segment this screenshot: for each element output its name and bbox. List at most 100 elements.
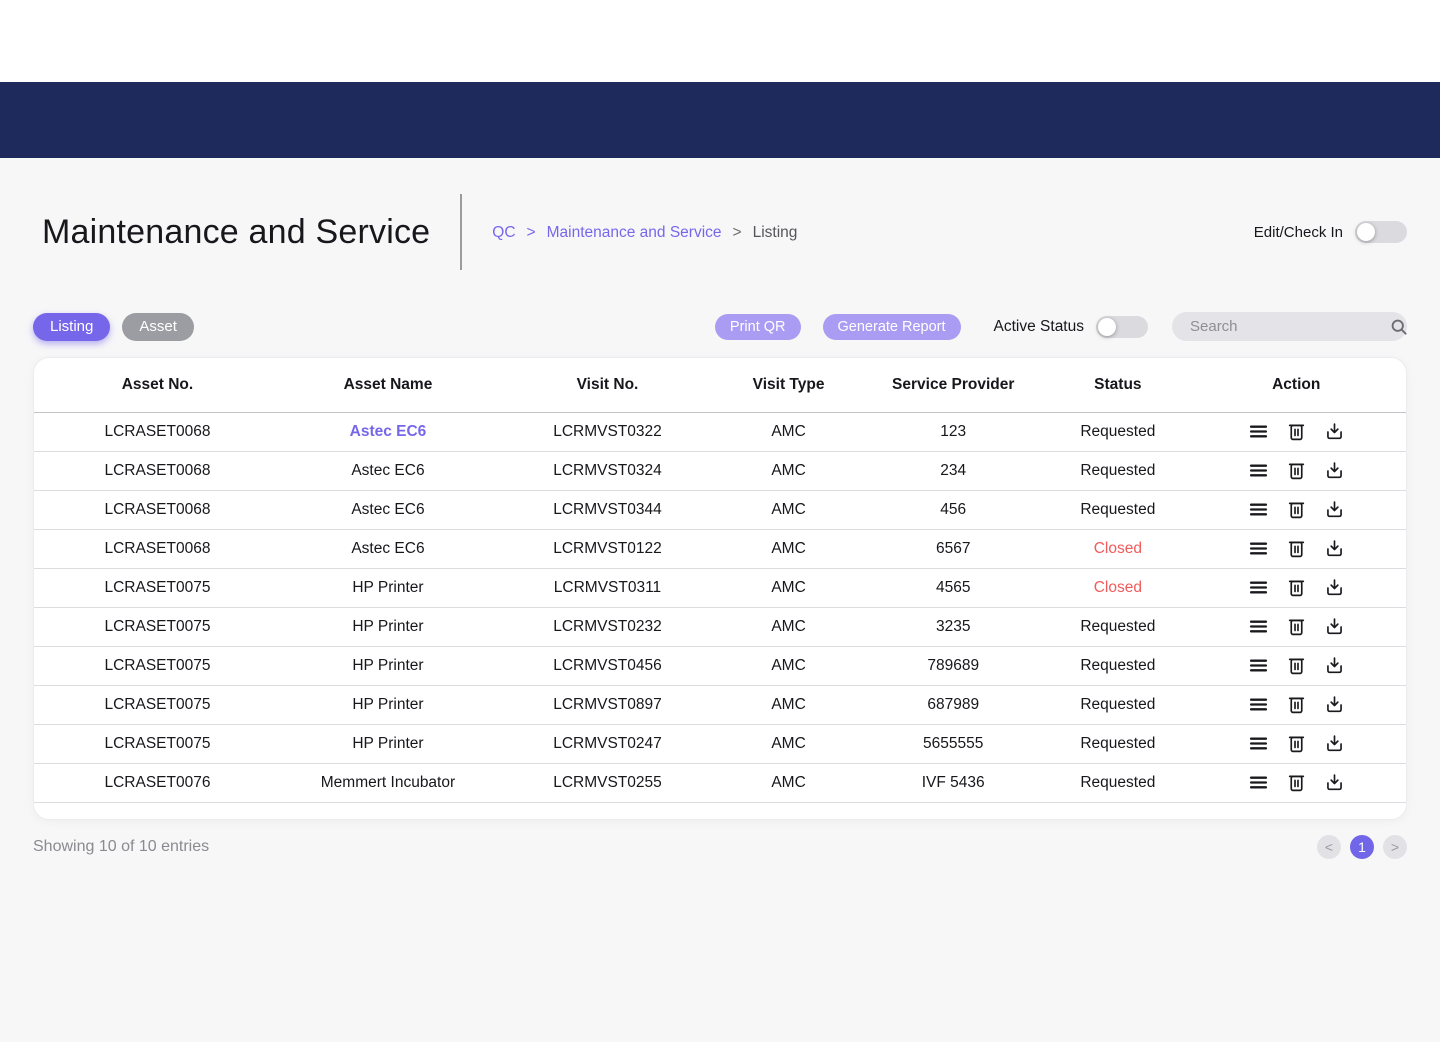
cell-visit-no: LCRMVST0344 — [494, 490, 720, 530]
status-badge: Requested — [1049, 412, 1187, 452]
menu-icon[interactable] — [1248, 616, 1269, 637]
cell-service-provider: 234 — [857, 451, 1050, 491]
table-row: LCRASET0068 Astec EC6 LCRMVST0122 AMC 65… — [34, 529, 1406, 569]
tab-asset[interactable]: Asset — [122, 312, 194, 341]
cell-asset-name: Astec EC6 — [280, 490, 495, 530]
cell-actions — [1186, 412, 1406, 452]
cell-visit-no: LCRMVST0247 — [494, 724, 720, 764]
delete-icon[interactable] — [1286, 694, 1307, 715]
col-visit-no: Visit No. — [494, 358, 720, 413]
delete-icon[interactable] — [1286, 538, 1307, 559]
menu-icon[interactable] — [1248, 421, 1269, 442]
download-icon[interactable] — [1324, 421, 1345, 442]
delete-icon[interactable] — [1286, 733, 1307, 754]
menu-icon[interactable] — [1248, 733, 1269, 754]
table-row: LCRASET0068 Astec EC6 LCRMVST0324 AMC 23… — [34, 451, 1406, 491]
active-status-label: Active Status — [993, 317, 1084, 335]
pagination-page-1[interactable]: 1 — [1350, 834, 1374, 859]
delete-icon[interactable] — [1286, 460, 1307, 481]
cell-asset-no: LCRASET0075 — [34, 607, 281, 647]
breadcrumb-section[interactable]: Maintenance and Service — [547, 224, 722, 242]
tab-listing[interactable]: Listing — [33, 312, 111, 341]
cell-visit-no: LCRMVST0456 — [494, 646, 720, 686]
entries-summary: Showing 10 of 10 entries — [33, 837, 210, 855]
edit-checkin-toggle[interactable] — [1355, 221, 1407, 243]
delete-icon[interactable] — [1286, 421, 1307, 442]
edit-checkin-label: Edit/Check In — [1253, 223, 1343, 241]
delete-icon[interactable] — [1286, 655, 1307, 676]
cell-asset-name: Memmert Incubator — [280, 763, 495, 803]
delete-icon[interactable] — [1286, 577, 1307, 598]
download-icon[interactable] — [1324, 733, 1345, 754]
cell-service-provider: IVF 5436 — [857, 763, 1050, 803]
delete-icon[interactable] — [1286, 616, 1307, 637]
cell-visit-type: AMC — [719, 763, 858, 803]
print-qr-button[interactable]: Print QR — [714, 313, 801, 340]
download-icon[interactable] — [1324, 460, 1345, 481]
active-status-toggle[interactable] — [1096, 315, 1148, 338]
status-badge: Requested — [1049, 685, 1187, 725]
breadcrumb-separator: > — [526, 224, 536, 241]
cell-actions — [1186, 529, 1406, 569]
toolbar-right: Print QR Generate Report Active Status — [714, 312, 1409, 341]
cell-actions — [1186, 685, 1406, 725]
edit-checkin-control: Edit/Check In — [1254, 221, 1407, 243]
cell-service-provider: 4565 — [857, 568, 1050, 608]
download-icon[interactable] — [1324, 772, 1345, 793]
delete-icon[interactable] — [1286, 772, 1307, 793]
col-visit-type: Visit Type — [719, 358, 858, 413]
cell-visit-type: AMC — [719, 568, 858, 608]
download-icon[interactable] — [1324, 499, 1345, 520]
cell-actions — [1186, 607, 1406, 647]
cell-service-provider: 123 — [857, 412, 1050, 452]
pagination-prev-button[interactable]: < — [1317, 834, 1341, 859]
cell-asset-name: HP Printer — [280, 724, 495, 764]
cell-asset-no: LCRASET0076 — [34, 763, 281, 803]
menu-icon[interactable] — [1248, 460, 1269, 481]
download-icon[interactable] — [1324, 694, 1345, 715]
table-row: LCRASET0068 Astec EC6 LCRMVST0344 AMC 45… — [34, 490, 1406, 530]
download-icon[interactable] — [1324, 577, 1345, 598]
status-badge: Requested — [1049, 490, 1187, 530]
menu-icon[interactable] — [1248, 655, 1269, 676]
cell-asset-name[interactable]: Astec EC6 — [280, 412, 495, 452]
cell-asset-no: LCRASET0075 — [34, 646, 281, 686]
pagination: < 1 > — [1317, 834, 1407, 859]
menu-icon[interactable] — [1248, 772, 1269, 793]
cell-visit-type: AMC — [719, 685, 858, 725]
cell-asset-name: Astec EC6 — [280, 529, 495, 569]
menu-icon[interactable] — [1248, 694, 1269, 715]
cell-service-provider: 789689 — [857, 646, 1050, 686]
download-icon[interactable] — [1324, 655, 1345, 676]
pagination-next-button[interactable]: > — [1383, 834, 1407, 859]
cell-asset-name: HP Printer — [280, 685, 495, 725]
cell-actions — [1186, 646, 1406, 686]
menu-icon[interactable] — [1248, 499, 1269, 520]
page-content: Maintenance and Service QC > Maintenance… — [0, 158, 1440, 1042]
menu-icon[interactable] — [1248, 577, 1269, 598]
table-row: LCRASET0075 HP Printer LCRMVST0897 AMC 6… — [34, 685, 1406, 725]
cell-asset-no: LCRASET0068 — [34, 451, 281, 491]
search-input[interactable] — [1190, 318, 1389, 335]
search-icon[interactable] — [1389, 317, 1409, 337]
cell-visit-no: LCRMVST0255 — [494, 763, 720, 803]
download-icon[interactable] — [1324, 616, 1345, 637]
table-header-row: Asset No. Asset Name Visit No. Visit Typ… — [34, 358, 1406, 413]
breadcrumb-root[interactable]: QC — [492, 224, 515, 242]
cell-visit-no: LCRMVST0311 — [494, 568, 720, 608]
table-row: LCRASET0075 HP Printer LCRMVST0456 AMC 7… — [34, 646, 1406, 686]
generate-report-button[interactable]: Generate Report — [822, 313, 961, 340]
cell-visit-type: AMC — [719, 646, 858, 686]
toggle-knob — [1098, 317, 1116, 336]
cell-actions — [1186, 724, 1406, 764]
col-asset-name: Asset Name — [280, 358, 495, 413]
delete-icon[interactable] — [1286, 499, 1307, 520]
table-row: LCRASET0076 Memmert Incubator LCRMVST025… — [34, 763, 1406, 803]
cell-visit-type: AMC — [719, 529, 858, 569]
breadcrumb: QC > Maintenance and Service > Listing — [492, 224, 797, 242]
menu-icon[interactable] — [1248, 538, 1269, 559]
download-icon[interactable] — [1324, 538, 1345, 559]
cell-actions — [1186, 451, 1406, 491]
cell-visit-no: LCRMVST0322 — [494, 412, 720, 452]
col-status: Status — [1049, 358, 1187, 413]
